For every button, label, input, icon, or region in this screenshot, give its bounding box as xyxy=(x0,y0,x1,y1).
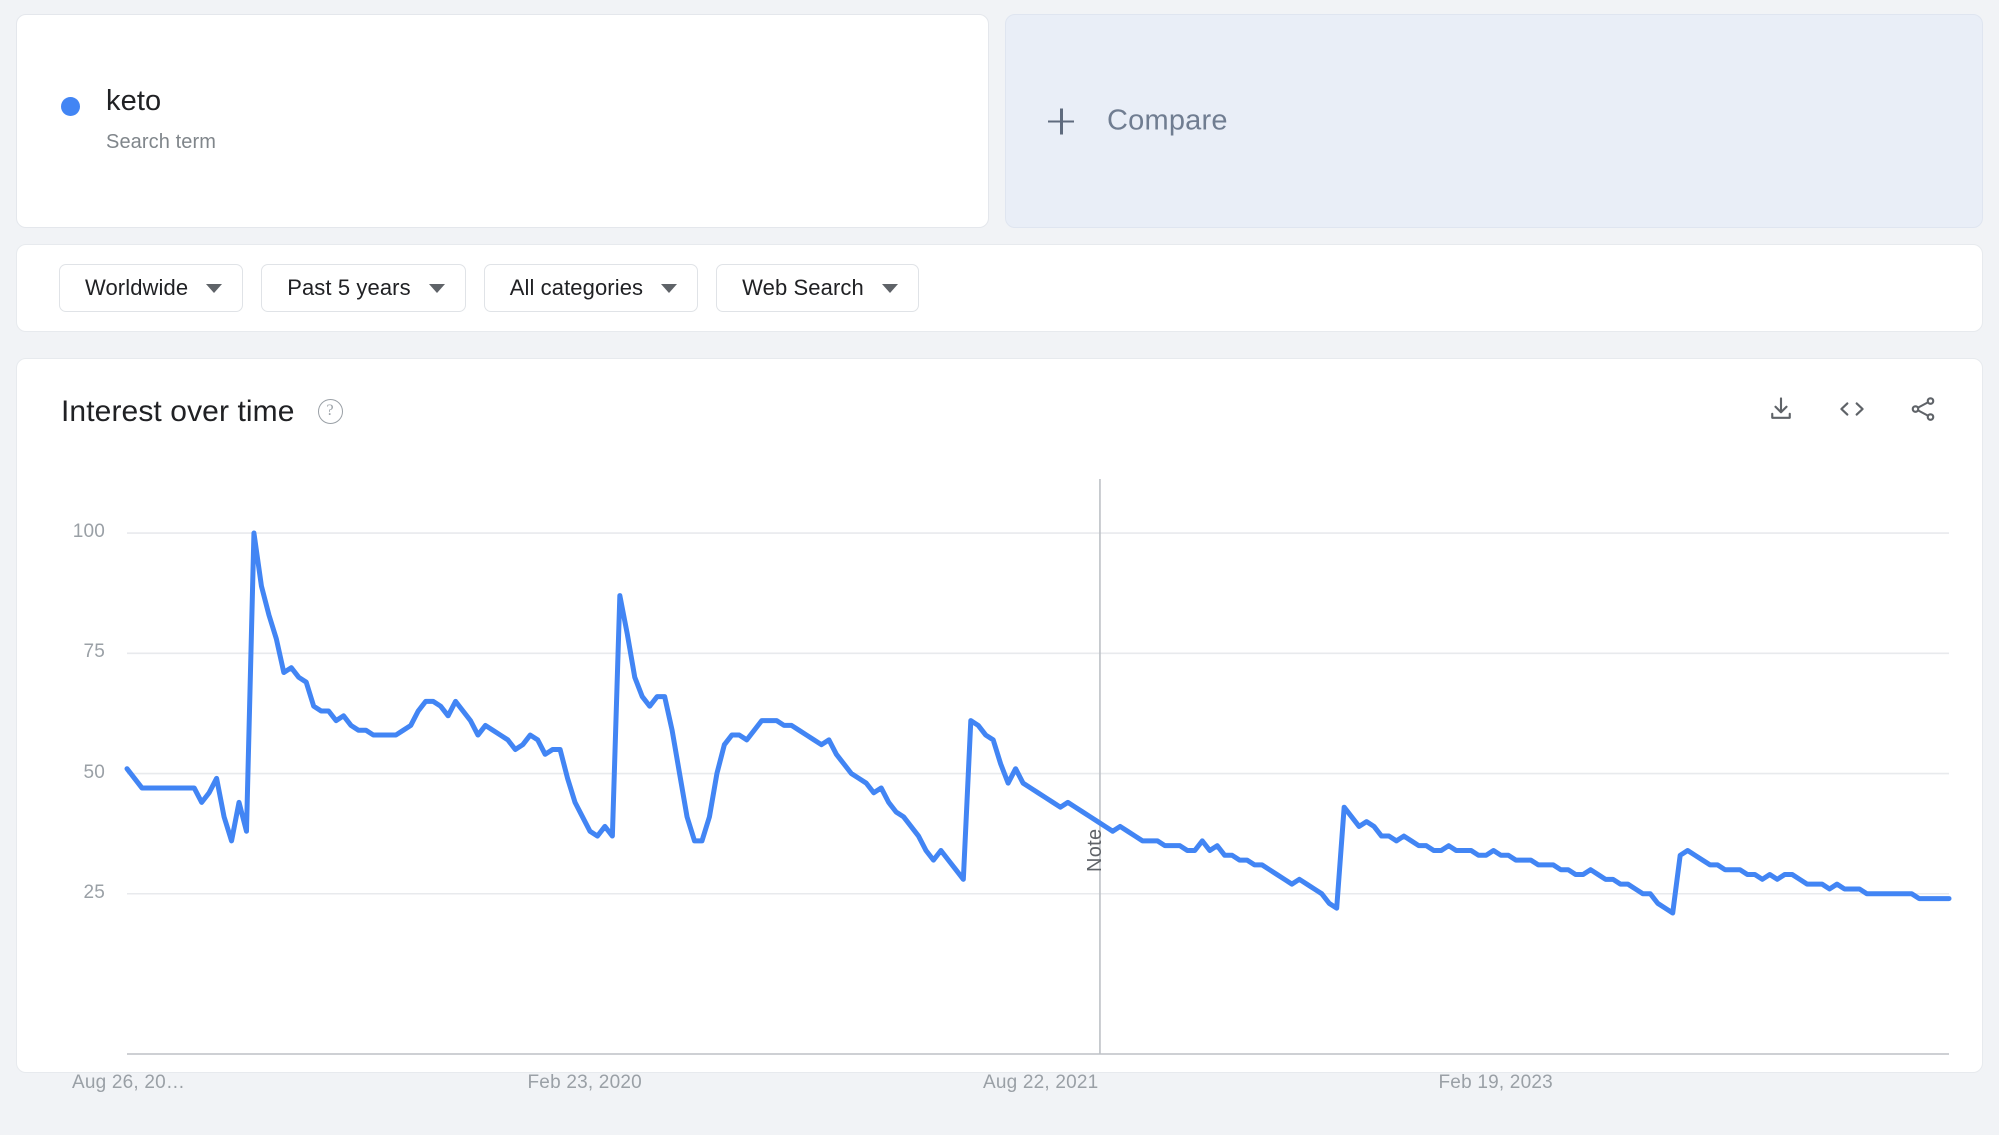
filter-location[interactable]: Worldwide xyxy=(59,264,244,312)
chevron-down-icon xyxy=(428,283,445,293)
filter-category-label: All categories xyxy=(509,275,644,300)
trends-page: keto Search term Compare Worldwide Past … xyxy=(0,0,1999,1135)
chart-note-annotation[interactable]: Note xyxy=(1084,829,1107,872)
y-axis-tick-100: 100 xyxy=(72,521,105,543)
search-term-type: Search term xyxy=(106,131,217,154)
y-axis-tick-75: 75 xyxy=(83,641,105,663)
filter-location-label: Worldwide xyxy=(85,275,189,300)
search-term-label: keto xyxy=(106,85,162,117)
compare-label: Compare xyxy=(1107,104,1228,137)
y-axis-tick-25: 25 xyxy=(83,881,105,903)
chevron-down-icon xyxy=(881,283,898,293)
compare-card[interactable]: Compare xyxy=(1005,14,1983,228)
trend-line-chart[interactable] xyxy=(17,359,1982,1074)
search-term-content: keto Search term xyxy=(61,85,216,154)
search-terms-row: keto Search term Compare xyxy=(16,14,1983,228)
y-axis-tick-50: 50 xyxy=(83,761,105,783)
plus-icon xyxy=(1048,108,1074,134)
x-axis-tick-3: Feb 19, 2023 xyxy=(1438,1072,1553,1093)
filter-search-type[interactable]: Web Search xyxy=(716,264,919,312)
filter-bar: Worldwide Past 5 years All categories We… xyxy=(16,244,1983,332)
x-axis-tick-2: Aug 22, 2021 xyxy=(983,1072,1099,1093)
filter-category[interactable]: All categories xyxy=(483,264,699,312)
x-axis-tick-0: Aug 26, 20… xyxy=(72,1072,186,1093)
filter-time-range-label: Past 5 years xyxy=(287,275,411,300)
chevron-down-icon xyxy=(661,283,678,293)
chart-plot-area: 25 50 75 100 Aug 26, 20… Feb 23, 2020 Aug 22, … xyxy=(17,359,1982,1093)
chevron-down-icon xyxy=(206,283,223,293)
x-axis-tick-1: Feb 23, 2020 xyxy=(527,1072,642,1093)
search-term-texts: keto Search term xyxy=(106,85,216,154)
series-color-dot xyxy=(61,97,80,116)
filter-search-type-label: Web Search xyxy=(742,275,864,300)
search-term-card[interactable]: keto Search term xyxy=(16,14,989,228)
filter-time-range[interactable]: Past 5 years xyxy=(261,264,466,312)
interest-over-time-card: Interest over time ? 25 50 75 100 Aug 26… xyxy=(16,358,1983,1093)
compare-content: Compare xyxy=(1048,105,1228,138)
